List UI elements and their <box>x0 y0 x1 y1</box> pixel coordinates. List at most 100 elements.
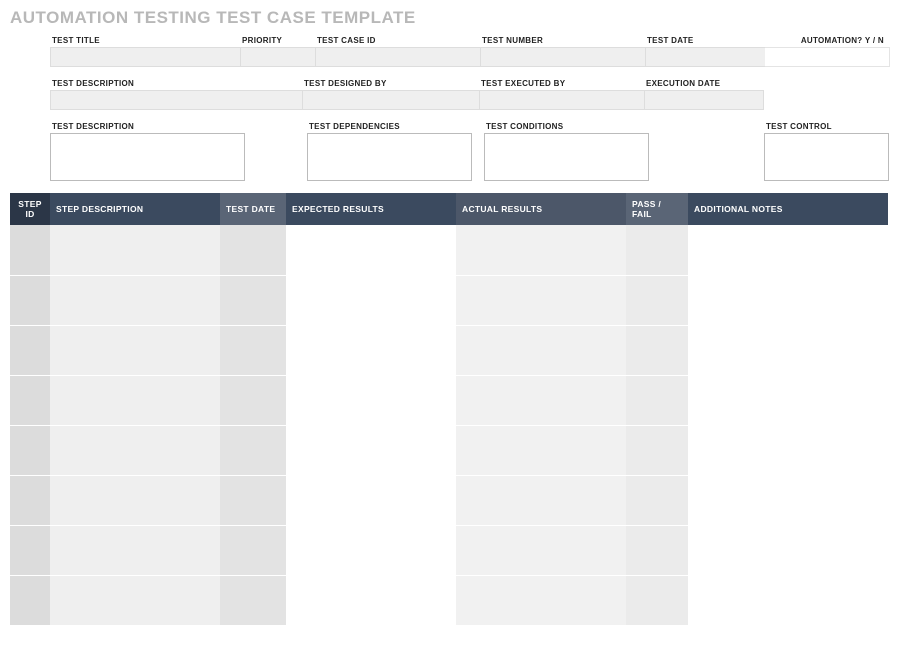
page-title: AUTOMATION TESTING TEST CASE TEMPLATE <box>10 8 890 28</box>
automation-input[interactable] <box>765 47 890 67</box>
header-step-description: STEP DESCRIPTION <box>50 193 220 225</box>
steps-table: STEP ID STEP DESCRIPTION TEST DATE EXPEC… <box>10 193 888 626</box>
actual-results-cell[interactable] <box>456 325 626 375</box>
step-description-cell[interactable] <box>50 225 220 275</box>
test-date-cell[interactable] <box>220 225 286 275</box>
header-actual-results: ACTUAL RESULTS <box>456 193 626 225</box>
control-input[interactable] <box>764 133 889 181</box>
test-date-input[interactable] <box>645 47 765 67</box>
test-date-cell[interactable] <box>220 325 286 375</box>
table-row <box>10 575 888 625</box>
automation-label: AUTOMATION? Y / N <box>765 36 890 45</box>
test-description-2-label: TEST DESCRIPTION <box>50 122 245 131</box>
step-id-cell[interactable] <box>10 475 50 525</box>
priority-label: PRIORITY <box>240 36 315 45</box>
conditions-label: TEST CONDITIONS <box>484 122 649 131</box>
executed-by-input[interactable] <box>479 90 644 110</box>
header-pass-fail: PASS / FAIL <box>626 193 688 225</box>
step-id-cell[interactable] <box>10 275 50 325</box>
table-row <box>10 525 888 575</box>
priority-input[interactable] <box>240 47 315 67</box>
expected-results-cell[interactable] <box>286 225 456 275</box>
header-expected-results: EXPECTED RESULTS <box>286 193 456 225</box>
step-description-cell[interactable] <box>50 375 220 425</box>
test-case-id-input[interactable] <box>315 47 480 67</box>
expected-results-cell[interactable] <box>286 575 456 625</box>
execution-date-input[interactable] <box>644 90 764 110</box>
actual-results-cell[interactable] <box>456 375 626 425</box>
pass-fail-cell[interactable] <box>626 225 688 275</box>
actual-results-cell[interactable] <box>456 575 626 625</box>
actual-results-cell[interactable] <box>456 225 626 275</box>
step-description-cell[interactable] <box>50 275 220 325</box>
conditions-input[interactable] <box>484 133 649 181</box>
header-step-id: STEP ID <box>10 193 50 225</box>
dependencies-input[interactable] <box>307 133 472 181</box>
execution-date-label: EXECUTION DATE <box>644 79 764 88</box>
actual-results-cell[interactable] <box>456 275 626 325</box>
pass-fail-cell[interactable] <box>626 525 688 575</box>
step-description-cell[interactable] <box>50 575 220 625</box>
step-id-cell[interactable] <box>10 425 50 475</box>
pass-fail-cell[interactable] <box>626 575 688 625</box>
test-title-label: TEST TITLE <box>50 36 240 45</box>
step-description-cell[interactable] <box>50 525 220 575</box>
test-description-input[interactable] <box>50 90 302 110</box>
pass-fail-cell[interactable] <box>626 325 688 375</box>
step-id-cell[interactable] <box>10 575 50 625</box>
pass-fail-cell[interactable] <box>626 275 688 325</box>
additional-notes-cell[interactable] <box>688 275 888 325</box>
expected-results-cell[interactable] <box>286 525 456 575</box>
test-date-cell[interactable] <box>220 375 286 425</box>
table-row <box>10 275 888 325</box>
pass-fail-cell[interactable] <box>626 475 688 525</box>
control-label: TEST CONTROL <box>764 122 889 131</box>
test-case-id-label: TEST CASE ID <box>315 36 480 45</box>
actual-results-cell[interactable] <box>456 475 626 525</box>
test-date-label: TEST DATE <box>645 36 765 45</box>
expected-results-cell[interactable] <box>286 475 456 525</box>
additional-notes-cell[interactable] <box>688 225 888 275</box>
test-date-cell[interactable] <box>220 275 286 325</box>
expected-results-cell[interactable] <box>286 375 456 425</box>
header-additional-notes: ADDITIONAL NOTES <box>688 193 888 225</box>
step-description-cell[interactable] <box>50 325 220 375</box>
additional-notes-cell[interactable] <box>688 525 888 575</box>
step-id-cell[interactable] <box>10 325 50 375</box>
executed-by-label: TEST EXECUTED BY <box>479 79 644 88</box>
pass-fail-cell[interactable] <box>626 375 688 425</box>
actual-results-cell[interactable] <box>456 425 626 475</box>
table-row <box>10 375 888 425</box>
step-description-cell[interactable] <box>50 475 220 525</box>
pass-fail-cell[interactable] <box>626 425 688 475</box>
table-row <box>10 475 888 525</box>
test-date-cell[interactable] <box>220 475 286 525</box>
step-id-cell[interactable] <box>10 225 50 275</box>
step-description-cell[interactable] <box>50 425 220 475</box>
expected-results-cell[interactable] <box>286 275 456 325</box>
table-row <box>10 425 888 475</box>
additional-notes-cell[interactable] <box>688 575 888 625</box>
step-id-cell[interactable] <box>10 525 50 575</box>
actual-results-cell[interactable] <box>456 525 626 575</box>
test-title-input[interactable] <box>50 47 240 67</box>
expected-results-cell[interactable] <box>286 425 456 475</box>
additional-notes-cell[interactable] <box>688 475 888 525</box>
step-id-cell[interactable] <box>10 375 50 425</box>
test-description-label: TEST DESCRIPTION <box>50 79 302 88</box>
additional-notes-cell[interactable] <box>688 425 888 475</box>
table-row <box>10 325 888 375</box>
designed-by-input[interactable] <box>302 90 479 110</box>
test-date-cell[interactable] <box>220 425 286 475</box>
test-date-cell[interactable] <box>220 525 286 575</box>
header-test-date: TEST DATE <box>220 193 286 225</box>
test-number-label: TEST NUMBER <box>480 36 645 45</box>
table-row <box>10 225 888 275</box>
dependencies-label: TEST DEPENDENCIES <box>307 122 472 131</box>
expected-results-cell[interactable] <box>286 325 456 375</box>
test-number-input[interactable] <box>480 47 645 67</box>
test-date-cell[interactable] <box>220 575 286 625</box>
additional-notes-cell[interactable] <box>688 375 888 425</box>
additional-notes-cell[interactable] <box>688 325 888 375</box>
test-description-2-input[interactable] <box>50 133 245 181</box>
